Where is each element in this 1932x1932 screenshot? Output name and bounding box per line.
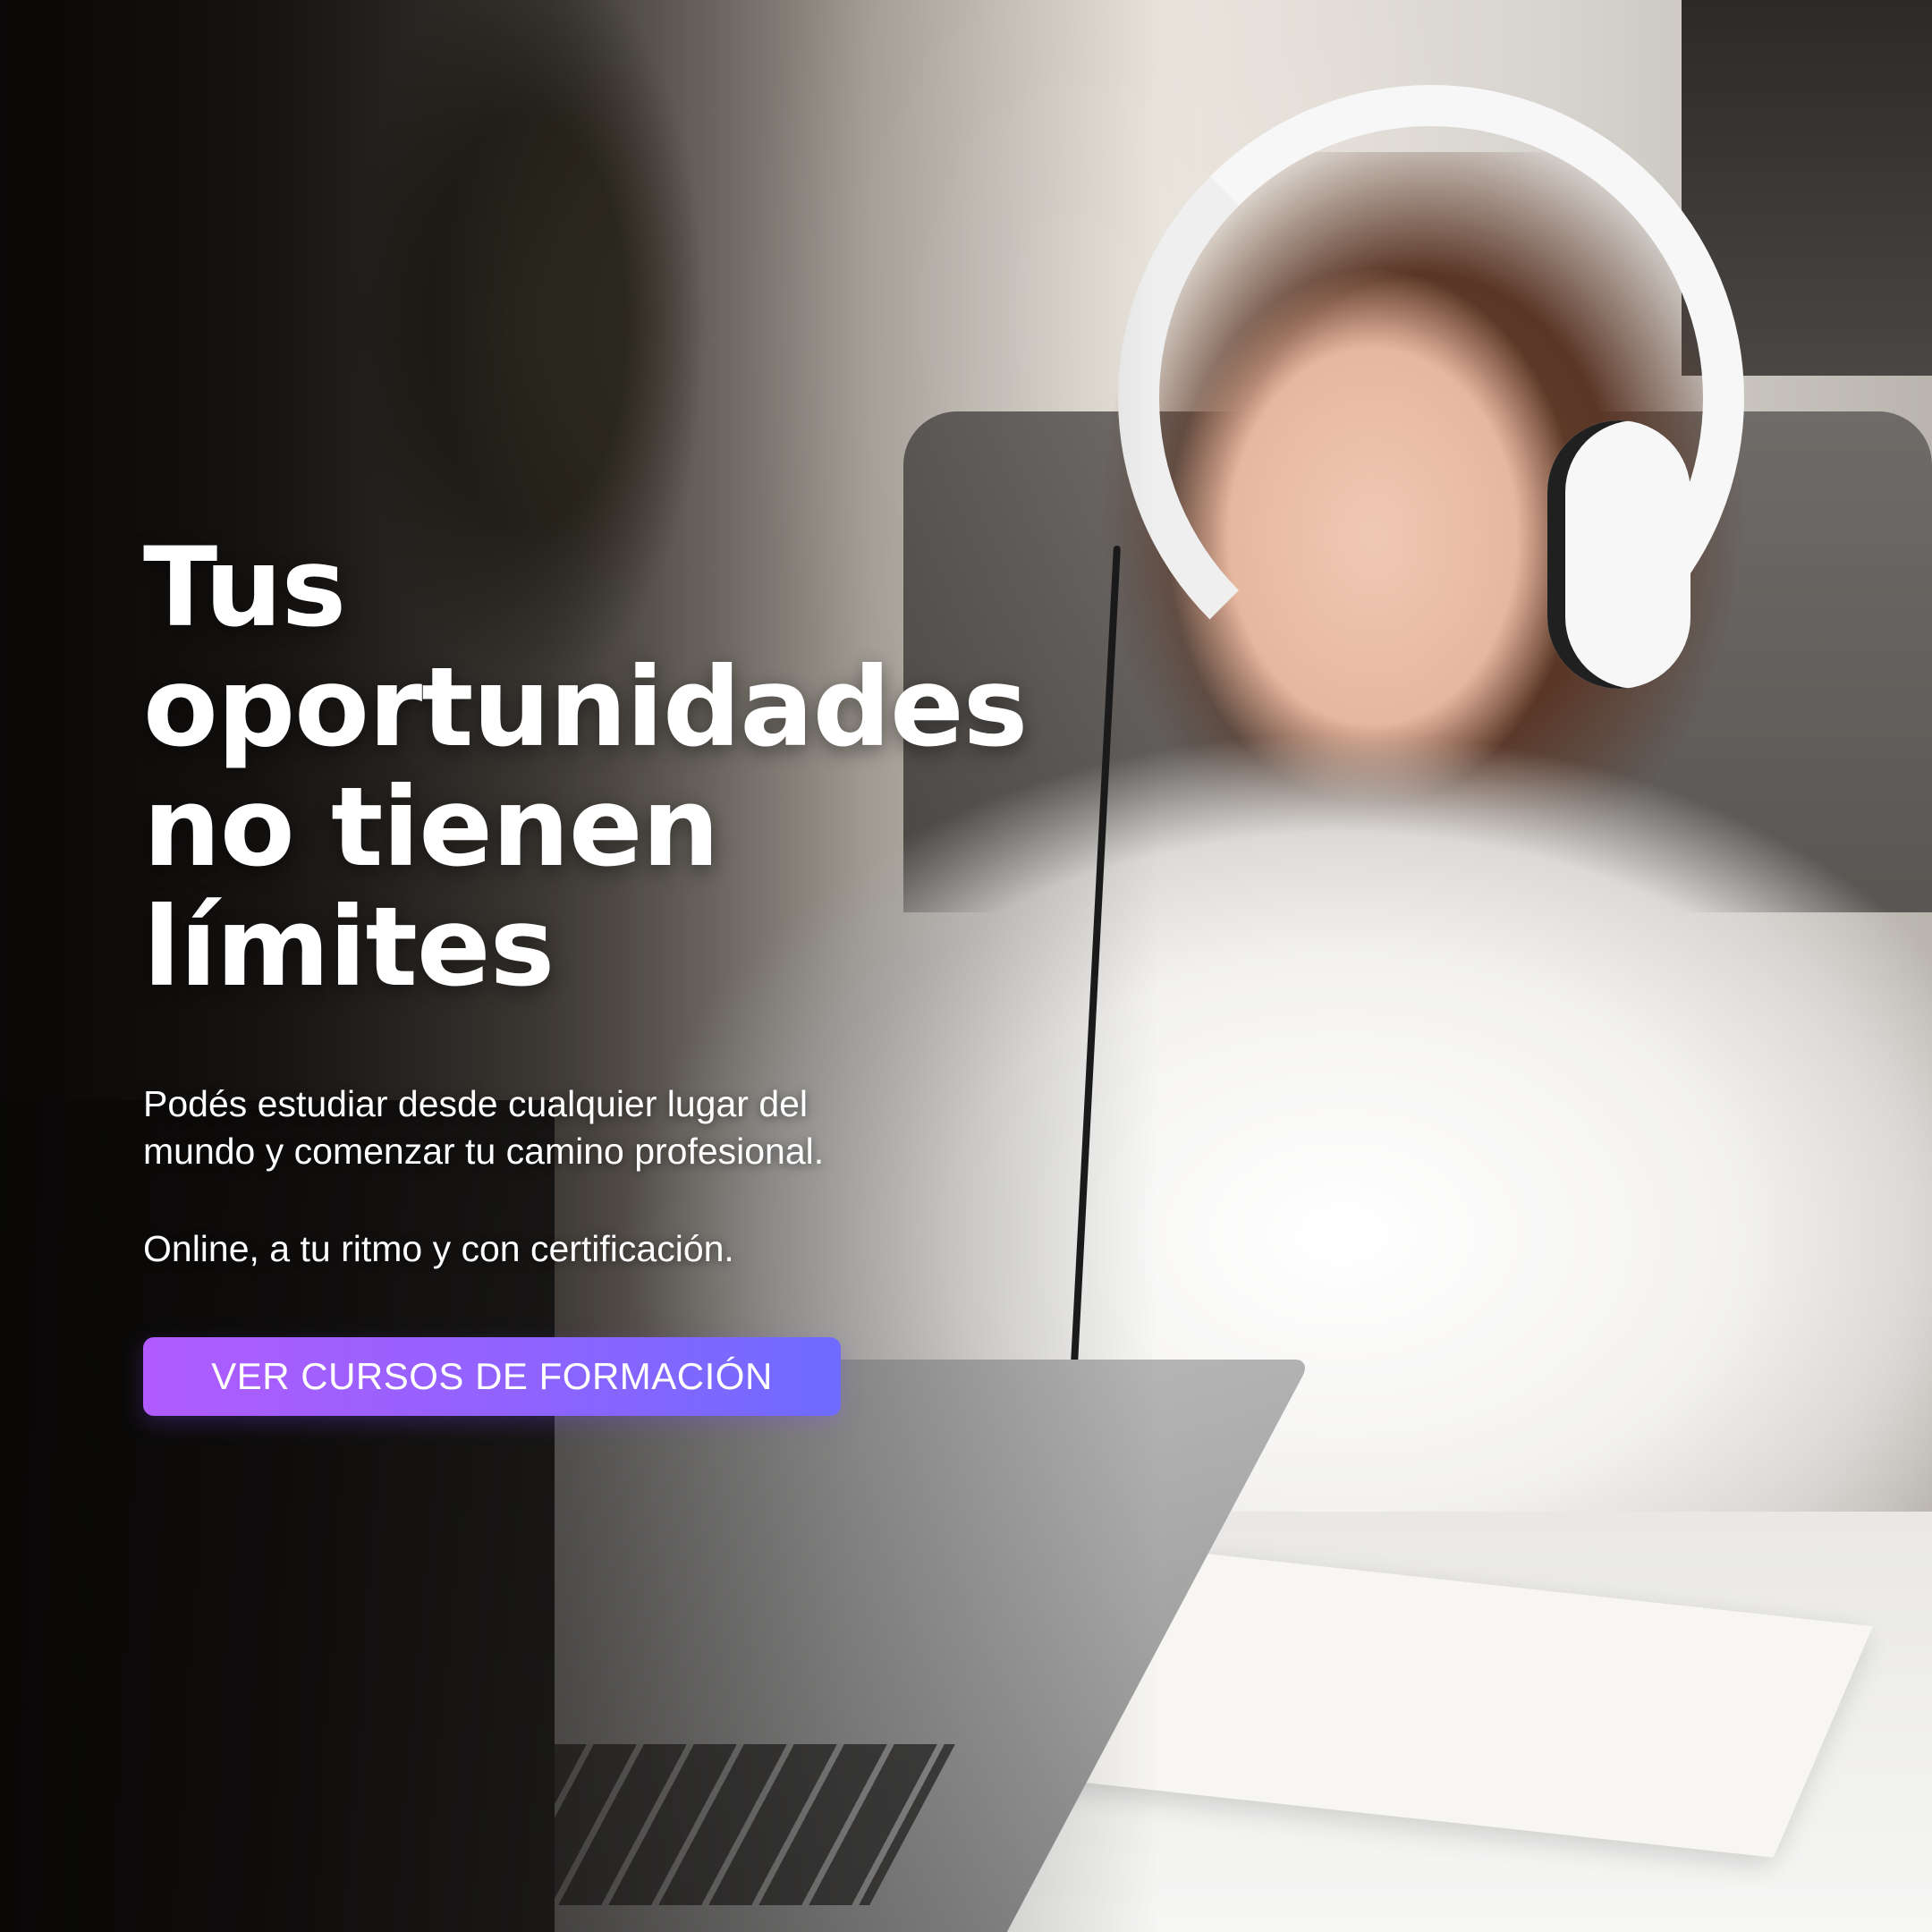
tagline-text: Online, a tu ritmo y con certificación. [143, 1228, 734, 1269]
promo-content: Tus oportunidades no tienen límites Podé… [143, 528, 1038, 1416]
description-paragraph: Podés estudiar desde cualquier lugar del… [143, 1080, 1038, 1175]
view-courses-button[interactable]: VER CURSOS DE FORMACIÓN [143, 1337, 841, 1416]
promo-banner: Tus oportunidades no tienen límites Podé… [0, 0, 1932, 1932]
tagline: Online, a tu ritmo y con certificación. [143, 1225, 1038, 1273]
headline-line: límites [143, 884, 555, 1011]
headline: Tus oportunidades no tienen límites [143, 528, 1038, 1007]
description-line: mundo y comenzar tu camino profesional. [143, 1131, 825, 1172]
headline-line: Tus [143, 524, 346, 651]
description-line: Podés estudiar desde cualquier lugar del [143, 1083, 809, 1124]
headline-line: oportunidades [143, 644, 1028, 771]
headline-line: no tienen [143, 764, 719, 891]
